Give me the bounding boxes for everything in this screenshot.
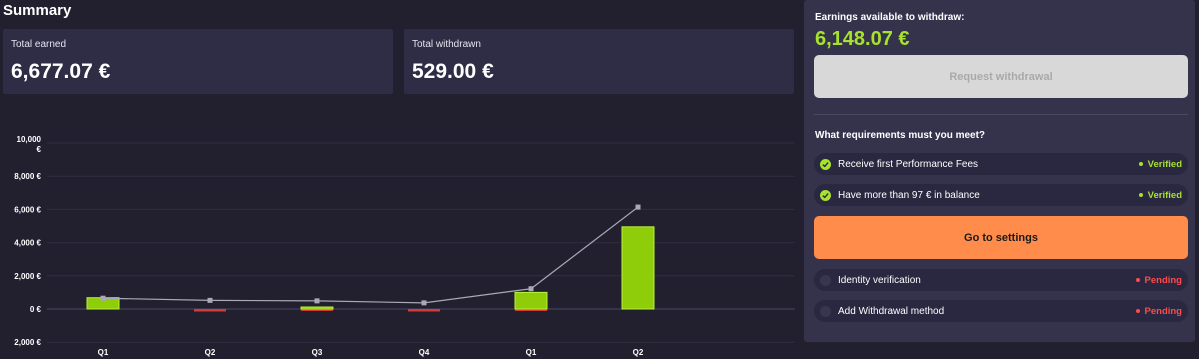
status-badge: Verified	[1138, 158, 1182, 170]
bar-earned	[300, 306, 334, 310]
balance-point	[635, 204, 641, 210]
y-tick-label: 0 €	[30, 305, 42, 314]
requirement-identity-verification: Identity verification Pending	[814, 269, 1188, 291]
status-dot-icon	[1135, 309, 1140, 313]
status-text: Pending	[1144, 274, 1182, 286]
x-tick-label: Q1	[526, 348, 537, 357]
requirement-label: Receive first Performance Fees	[838, 158, 979, 170]
status-dot-icon	[1138, 193, 1143, 197]
earnings-chart: 2,000 € 0 € 2,000 € 4,000 € 6,000 € 8,000 € 10…	[14, 135, 795, 357]
status-badge: Pending	[1135, 274, 1182, 286]
status-dot-icon	[1135, 278, 1140, 282]
x-tick-label: Q2	[633, 348, 644, 357]
total-earned-value: 6,677.07 €	[11, 60, 111, 83]
bar-withdrawn	[194, 309, 226, 312]
status-text: Verified	[1147, 189, 1182, 201]
bar-withdrawn	[408, 309, 440, 312]
y-tick-label: 6,000 €	[14, 205, 41, 214]
x-tick-label: Q2	[205, 348, 216, 357]
y-tick-label: 8,000 €	[14, 172, 41, 181]
total-earned-label: Total earned	[11, 39, 67, 50]
empty-circle-icon	[820, 305, 831, 317]
requirement-withdrawal-method: Add Withdrawal method Pending	[814, 300, 1188, 322]
total-earned-card: Total earned 6,677.07 €	[3, 29, 393, 94]
total-withdrawn-value: 529.00 €	[412, 60, 494, 83]
go-to-settings-button[interactable]: Go to settings	[814, 216, 1188, 259]
check-circle-icon	[820, 189, 831, 201]
status-text: Pending	[1144, 305, 1182, 317]
page-title: Summary	[3, 2, 72, 19]
balance-point	[100, 295, 106, 301]
balance-point	[528, 286, 534, 292]
bar-earned	[621, 226, 655, 310]
status-badge: Pending	[1135, 305, 1182, 317]
status-dot-icon	[1138, 162, 1143, 166]
available-value: 6,148.07 €	[815, 28, 910, 50]
bar-earned	[514, 291, 548, 310]
requirement-label: Have more than 97 € in balance	[838, 189, 980, 201]
y-tick-label: €	[37, 145, 42, 154]
requirement-performance-fees: Receive first Performance Fees Verified	[814, 153, 1188, 175]
y-tick-label: 10,000	[17, 135, 42, 144]
request-withdrawal-button[interactable]: Request withdrawal	[814, 55, 1188, 98]
balance-point	[314, 298, 320, 304]
balance-point	[421, 300, 427, 306]
total-withdrawn-card: Total withdrawn 529.00 €	[404, 29, 794, 94]
requirement-balance: Have more than 97 € in balance Verified	[814, 184, 1188, 206]
requirement-label: Add Withdrawal method	[838, 305, 945, 317]
total-withdrawn-label: Total withdrawn	[412, 39, 481, 50]
divider	[814, 114, 1188, 115]
balance-point	[207, 297, 213, 303]
y-tick-label: 4,000 €	[14, 239, 41, 248]
status-text: Verified	[1147, 158, 1182, 170]
x-tick-label: Q4	[419, 348, 430, 357]
requirements-heading: What requirements must you meet?	[815, 130, 986, 141]
empty-circle-icon	[820, 274, 831, 286]
requirement-label: Identity verification	[838, 274, 921, 286]
x-tick-label: Q3	[312, 348, 323, 357]
check-circle-icon	[820, 158, 831, 170]
withdraw-panel: Earnings available to withdraw: 6,148.07…	[804, 0, 1195, 342]
available-label: Earnings available to withdraw:	[815, 12, 965, 23]
x-tick-label: Q1	[98, 348, 109, 357]
balance-line	[102, 206, 639, 304]
y-tick-label: 2,000 €	[14, 338, 41, 347]
y-tick-label: 2,000 €	[14, 272, 41, 281]
status-badge: Verified	[1138, 189, 1182, 201]
